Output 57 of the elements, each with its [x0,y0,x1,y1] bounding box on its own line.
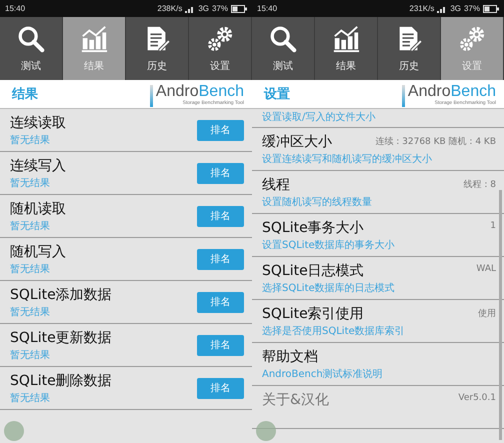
result-text: 暂无结果 [10,220,51,232]
test-name: 连续读取 [10,114,66,132]
page-title: 结果 [12,86,38,103]
test-name: 连续写入 [10,156,66,174]
battery-icon [231,4,247,12]
signal-icon [437,4,448,12]
test-name: 随机读取 [10,200,66,218]
setting-description: 选择SQLite数据库的日志模式 [262,282,396,295]
result-text: 暂无结果 [10,134,51,146]
setting-title: 帮助文档 [262,348,318,366]
setting-description: 选择是否使用SQLite数据库索引 [262,324,406,338]
setting-item[interactable]: 缓冲区大小 连续 : 32768 KB 随机 : 4 KB 设置连续读写和随机读写的缓冲区大小 [252,128,504,171]
network-type: 3G [198,4,209,13]
battery-percent: 37% [464,4,480,13]
result-text: 暂无结果 [10,348,51,362]
floating-ball-icon[interactable] [4,421,24,441]
setting-value: 线程 : 8 [464,178,496,191]
result-text: 暂无结果 [10,262,51,276]
setting-description: 设置随机读写的线程数量 [262,196,373,209]
result-text: 暂无结果 [10,176,51,190]
test-name: 随机写入 [10,242,66,260]
page-title: 设置 [264,86,290,103]
status-time: 15:40 [257,4,278,13]
setting-title: 线程 [262,176,290,194]
search-icon [269,24,297,52]
floating-ball-icon[interactable] [256,421,276,441]
setting-value: Ver5.0.1 [458,392,496,403]
signal-icon [185,4,196,12]
setting-title: SQLite日志模式 [262,262,364,280]
search-icon [17,24,45,52]
battery-percent: 37% [212,4,228,13]
setting-value: WAL [476,263,496,274]
setting-title: 关于&汉化 [262,391,329,409]
test-name: SQLite删除数据 [10,372,112,390]
setting-title: 缓冲区大小 [262,133,332,151]
network-speed: 238K/s [157,4,182,13]
setting-description: 设置连续读写和随机读写的缓冲区大小 [262,152,433,166]
setting-value: 使用 [478,308,496,320]
network-speed: 231K/s [409,4,434,13]
chart-icon [332,24,360,52]
setting-title: SQLite索引使用 [262,305,364,323]
network-type: 3G [450,4,461,13]
gears-icon [206,24,234,52]
setting-description: 设置读取/写入的文件大小 [262,110,376,124]
setting-value: 连续 : 32768 KB 随机 : 4 KB [375,136,496,148]
test-name: SQLite添加数据 [10,286,112,304]
result-text: 暂无结果 [10,306,51,318]
battery-icon [483,4,499,12]
test-name: SQLite更新数据 [10,328,112,346]
gears-icon [458,24,486,52]
setting-title: SQLite事务大小 [262,219,364,237]
result-text: 暂无结果 [10,392,51,404]
setting-value: 1 [490,220,496,231]
chart-icon [80,24,108,52]
setting-description: AndroBench测试标准说明 [262,368,384,381]
setting-description: 设置SQLite数据库的事务大小 [262,238,396,252]
status-time: 15:40 [5,4,26,13]
